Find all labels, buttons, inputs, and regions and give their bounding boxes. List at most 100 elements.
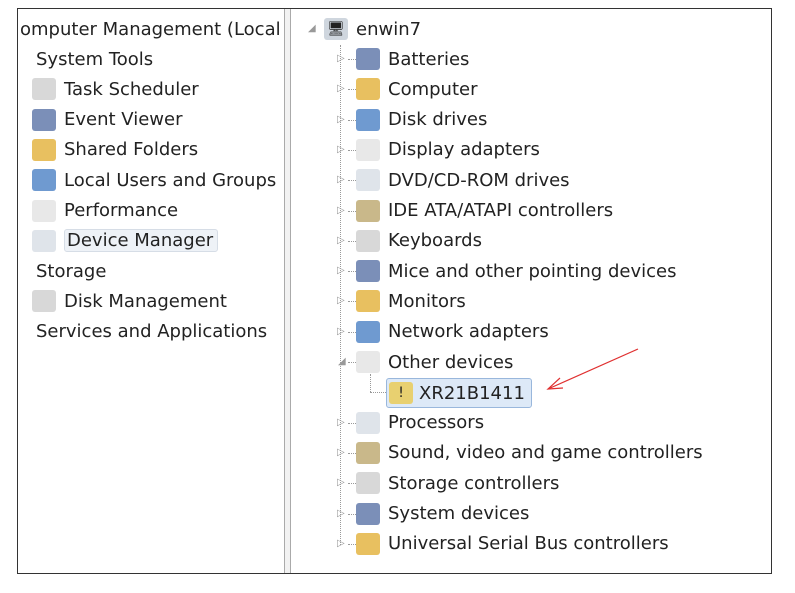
expand-arrow-icon[interactable]: ▷ (337, 326, 345, 337)
tree-item[interactable]: Shared Folders (32, 136, 198, 164)
processor-icon (356, 411, 380, 434)
expand-arrow-icon[interactable]: ▷ (337, 477, 345, 488)
device-category[interactable]: Display adapters (356, 136, 540, 164)
root-label: enwin7 (356, 18, 422, 40)
usb-icon (356, 532, 380, 555)
device-category-label: Mice and other pointing devices (388, 260, 677, 282)
device-tree-root[interactable]: 🖥 enwin7 (324, 15, 421, 43)
ide-icon (356, 199, 380, 222)
computer-management-window: omputer Management (Local System Tools T… (17, 8, 772, 574)
device-category[interactable]: Disk drives (356, 106, 487, 134)
battery-icon (356, 48, 380, 70)
device-category-label: System devices (388, 503, 530, 524)
keyboard-icon (356, 229, 380, 252)
display-adapter-icon (356, 138, 380, 161)
tree-item[interactable]: Storage (20, 257, 106, 285)
tree-root-label: omputer Management (Local (20, 18, 281, 40)
shared-folder-icon (32, 138, 56, 161)
console-tree: omputer Management (Local System Tools T… (18, 9, 284, 573)
device-category[interactable]: DVD/CD-ROM drives (356, 166, 570, 194)
storage-controller-icon (356, 472, 380, 495)
unknown-device-icon (356, 351, 380, 373)
tree-item[interactable]: Task Scheduler (32, 75, 199, 103)
mouse-icon (356, 260, 380, 283)
monitor-icon (356, 290, 380, 313)
expand-arrow-icon[interactable]: ▷ (337, 447, 345, 458)
device-category-label: Sound, video and game controllers (388, 442, 703, 464)
disk-drive-icon (356, 108, 380, 131)
device-category[interactable]: System devices (356, 500, 529, 528)
device-category[interactable]: Mice and other pointing devices (356, 257, 676, 285)
device-category[interactable]: Monitors (356, 287, 466, 315)
device-category-label: Universal Serial Bus controllers (388, 533, 669, 555)
expand-arrow-icon[interactable]: ▷ (337, 508, 345, 519)
network-icon (356, 320, 380, 343)
device-label: XR21B1411 (419, 382, 525, 404)
tree-item[interactable]: Disk Management (32, 287, 227, 315)
tree-item[interactable]: Local Users and Groups (32, 166, 276, 194)
device-category[interactable]: Universal Serial Bus controllers (356, 530, 669, 558)
device-category-label: Batteries (388, 48, 470, 70)
tree-item[interactable]: Performance (32, 197, 178, 225)
tree-item-label: Disk Management (64, 290, 227, 312)
device-category[interactable]: IDE ATA/ATAPI controllers (356, 197, 613, 225)
sound-icon (356, 441, 380, 464)
device-category[interactable]: Processors (356, 409, 484, 437)
collapse-arrow-icon[interactable]: ◢ (308, 23, 316, 34)
expand-arrow-icon[interactable]: ▷ (337, 295, 345, 306)
event-viewer-icon (32, 108, 56, 131)
device-category[interactable]: Batteries (356, 45, 469, 73)
device-category[interactable]: Storage controllers (356, 469, 559, 497)
expand-arrow-icon[interactable]: ▷ (337, 417, 345, 428)
expand-arrow-icon[interactable]: ▷ (337, 144, 345, 155)
expand-arrow-icon[interactable]: ▷ (337, 83, 345, 94)
tree-item[interactable]: Event Viewer (32, 106, 182, 134)
device-category-label: Network adapters (388, 321, 549, 343)
tree-item-label: Device Manager (64, 229, 219, 253)
dvd-icon (356, 169, 380, 192)
expand-arrow-icon[interactable]: ▷ (337, 235, 345, 246)
tree-item-label: Shared Folders (64, 139, 199, 161)
tree-item[interactable]: Services and Applications (20, 318, 267, 346)
device-category-label: Display adapters (388, 139, 540, 161)
device-category-label: Computer (388, 78, 478, 100)
red-arrow-annotation (546, 348, 639, 390)
device-category-label: Monitors (388, 290, 466, 312)
expand-arrow-icon[interactable]: ▷ (337, 205, 345, 216)
expand-arrow-icon[interactable]: ▷ (337, 538, 345, 549)
device-category[interactable]: Computer (356, 75, 477, 103)
performance-icon (32, 199, 56, 222)
device-xr21b1411[interactable]: ! XR21B1411 (386, 378, 532, 409)
expand-arrow-icon[interactable]: ▷ (337, 53, 345, 64)
tree-item-label: Event Viewer (64, 109, 183, 131)
tree-item-label: Local Users and Groups (64, 169, 277, 191)
tree-item[interactable]: System Tools (20, 45, 153, 73)
expand-arrow-icon[interactable]: ▷ (337, 174, 345, 185)
tree-item[interactable]: Device Manager (32, 227, 219, 255)
tree-item-label: Task Scheduler (64, 78, 199, 100)
tree-root[interactable]: omputer Management (Local (20, 15, 281, 43)
expand-arrow-icon[interactable]: ▷ (337, 265, 345, 276)
device-category[interactable]: Keyboards (356, 227, 482, 255)
device-category[interactable]: Other devices (356, 348, 513, 376)
expand-arrow-icon[interactable]: ▷ (337, 114, 345, 125)
clock-icon (32, 78, 56, 101)
disk-icon (32, 290, 56, 313)
tree-item-label: Services and Applications (36, 321, 268, 343)
computer-root-icon: 🖥 (324, 18, 348, 40)
tree-item-label: Performance (64, 200, 179, 221)
device-category-label: Other devices (388, 351, 514, 373)
warning-device-icon: ! (389, 382, 413, 405)
pane-splitter[interactable] (284, 9, 291, 573)
device-category[interactable]: Sound, video and game controllers (356, 439, 703, 467)
device-category-label: DVD/CD-ROM drives (388, 169, 570, 191)
users-icon (32, 169, 56, 192)
device-category-label: Processors (388, 412, 485, 434)
tree-item-label: System Tools (36, 48, 154, 70)
tree-item-label: Storage (36, 260, 107, 282)
collapse-arrow-icon[interactable]: ◢ (338, 356, 346, 367)
device-category-label: Storage controllers (388, 472, 560, 494)
device-category[interactable]: Network adapters (356, 318, 549, 346)
system-device-icon (356, 502, 380, 525)
device-category-label: Disk drives (388, 109, 488, 131)
